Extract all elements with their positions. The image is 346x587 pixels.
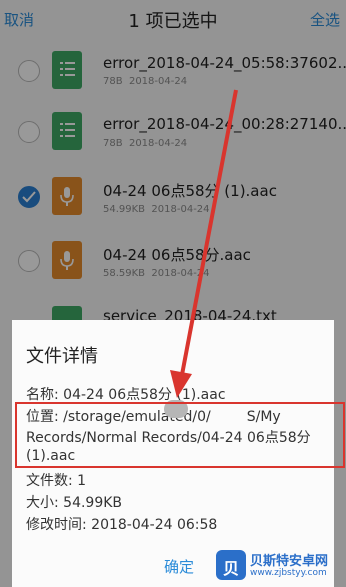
watermark-url: www.zjbstyy.com [250,568,327,578]
watermark-title: 贝斯特安卓网 [250,554,329,569]
watermark-logo: 贝 [216,550,246,580]
annotation-arrow [170,89,238,398]
watermark: 贝 贝斯特安卓网 www.zjbstyy.com [214,548,344,584]
